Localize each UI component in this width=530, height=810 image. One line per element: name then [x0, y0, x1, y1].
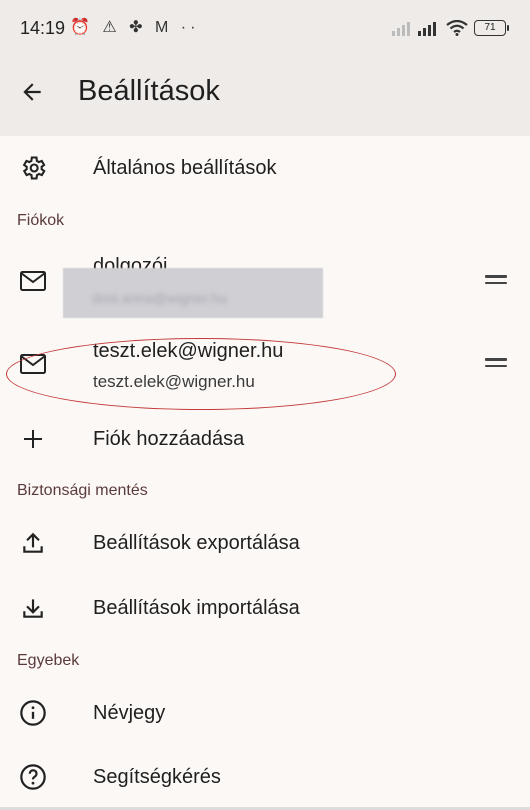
help-item[interactable]: Segítségkérés — [0, 746, 530, 808]
battery-icon: 71 — [474, 20, 509, 36]
section-accounts: Fiókok — [17, 212, 65, 229]
add-account-label: Fiók hozzáadása — [93, 428, 245, 450]
back-button[interactable] — [14, 74, 50, 110]
add-account-item[interactable]: Fiók hozzáadása — [0, 410, 530, 468]
notification-icons: ⏰ ⚠ ✤ M ·· — [70, 19, 200, 36]
status-time: 14:19 — [20, 18, 66, 38]
annotation-ellipse — [6, 338, 396, 410]
help-label: Segítségkérés — [93, 766, 221, 788]
status-bar: 14:19 ⏰ ⚠ ✤ M ·· 71 — [0, 0, 530, 56]
info-icon — [17, 697, 49, 729]
about-label: Névjegy — [93, 702, 166, 724]
gear-icon — [17, 152, 49, 184]
app-bar: Beállítások — [0, 56, 530, 136]
plus-icon — [17, 423, 49, 455]
export-settings-label: Beállítások exportálása — [93, 532, 300, 554]
help-icon — [17, 761, 49, 793]
import-settings-label: Beállítások importálása — [93, 597, 300, 619]
section-backup: Biztonsági mentés — [17, 482, 148, 499]
section-other: Egyebek — [17, 652, 80, 669]
general-settings-label: Általános beállítások — [93, 157, 277, 179]
import-settings-item[interactable]: Beállítások importálása — [0, 577, 530, 641]
export-settings-item[interactable]: Beállítások exportálása — [0, 512, 530, 576]
signal-icon — [392, 22, 436, 36]
general-settings-item[interactable]: Általános beállítások — [0, 136, 530, 200]
wifi-icon — [446, 20, 468, 36]
drag-handle-icon[interactable] — [485, 354, 507, 371]
account-email-redacted: dosi.anna@wigner.hu — [92, 290, 227, 306]
status-indicators: 71 — [392, 17, 509, 39]
drag-handle-icon[interactable] — [485, 271, 507, 288]
page-title: Beállítások — [78, 75, 220, 107]
upload-icon — [17, 527, 49, 559]
arrow-back-icon — [23, 83, 41, 101]
mail-icon — [17, 265, 49, 297]
about-item[interactable]: Névjegy — [0, 682, 530, 744]
download-icon — [17, 592, 49, 624]
